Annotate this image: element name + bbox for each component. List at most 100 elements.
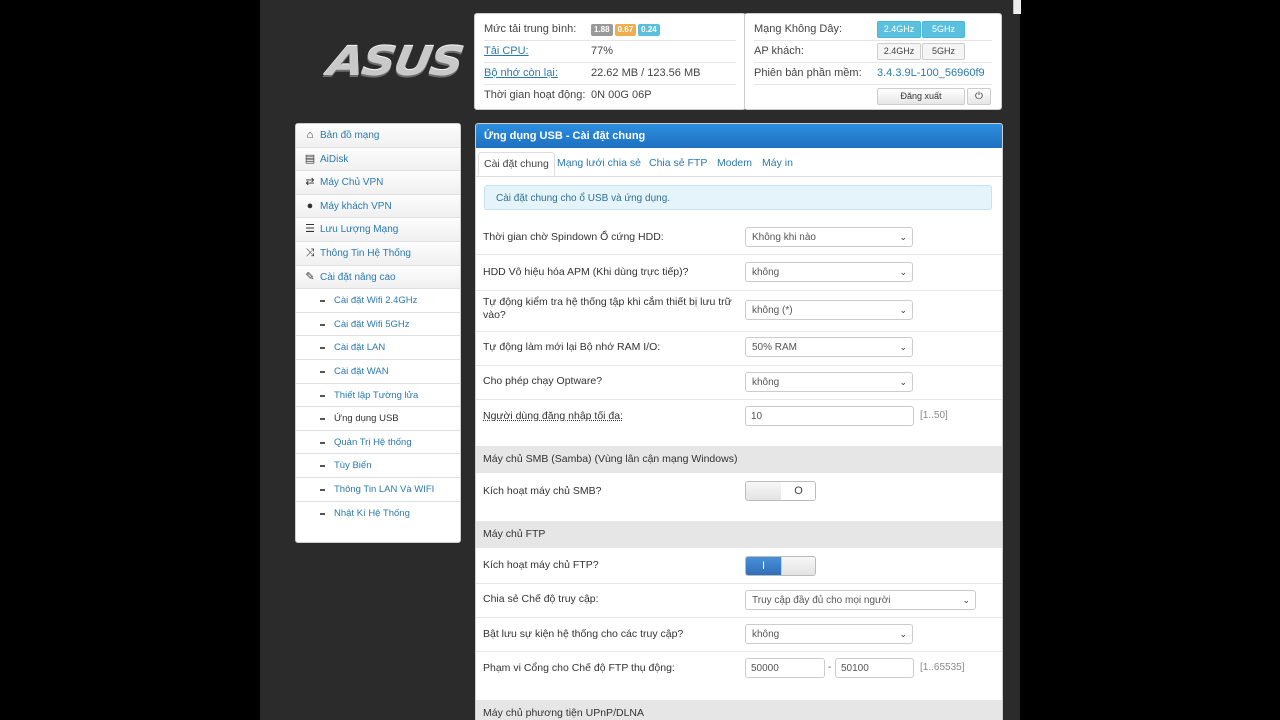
sidebar-item-label: Bản đồ mạng <box>320 130 380 141</box>
max-users-hint: [1..50] <box>920 410 948 421</box>
optware-select[interactable]: không ⌄ <box>745 372 913 392</box>
sidebar-subitem-wifi-24[interactable]: Cài đặt Wifi 2.4GHz <box>296 289 460 313</box>
sidebar-item-label: Cài đặt nâng cao <box>320 271 396 283</box>
sidebar-subitem-label: Quản Trị Hệ thống <box>334 436 412 448</box>
max-users-row: Người dùng đăng nhập tối đa: 10 [1..50] <box>476 399 1002 446</box>
sidebar-subitem-label: Thông Tin LAN Và WIFI <box>334 483 435 495</box>
window-edge <box>1013 0 1021 14</box>
ftp-enable-label: Kích hoạt máy chủ FTP? <box>483 559 599 571</box>
toggle-on-icon: I <box>746 557 781 575</box>
wireless-5ghz-button[interactable]: 5GHz <box>922 21 965 38</box>
sidebar-item-vpn-server[interactable]: ⇄ Máy Chủ VPN <box>296 171 460 195</box>
fscheck-select[interactable]: không (*) ⌄ <box>745 300 913 320</box>
uptime-value: 0N 00G 06P <box>591 89 652 101</box>
smb-toggle[interactable]: O <box>745 481 816 501</box>
wireless-24ghz-button[interactable]: 2.4GHz <box>877 21 921 38</box>
sidebar-menu: ⌂ Bản đồ mạng ▤ AiDisk ⇄ Máy Chủ VPN ● M… <box>295 123 461 543</box>
sidebar-subitem-label: Cài đặt WAN <box>334 365 389 377</box>
memory-free-link[interactable]: Bộ nhớ còn lại: <box>484 67 558 79</box>
chevron-down-icon: ⌄ <box>899 232 907 242</box>
ftp-log-label: Bật lưu sự kiện hệ thống cho các truy cậ… <box>483 628 684 640</box>
sidebar-item-network-map[interactable]: ⌂ Bản đồ mạng <box>296 124 460 148</box>
logout-row: Đăng xuất ⏻ <box>754 85 992 106</box>
sidebar-item-vpn-client[interactable]: ● Máy khách VPN <box>296 194 460 219</box>
dash-icon <box>320 347 325 350</box>
tab-ftp-share[interactable]: Chia sẻ FTP <box>644 152 712 176</box>
power-button[interactable]: ⏻ <box>967 88 991 105</box>
ram-label: Tự động làm mới lại Bộ nhớ RAM I/O: <box>483 341 661 353</box>
firmware-version-link[interactable]: 3.4.3.9L-100_56960f9 <box>877 67 985 79</box>
sidebar-item-advanced[interactable]: ✎ Cài đặt nâng cao <box>296 265 460 290</box>
firmware-row: Phiên bản phần mềm: 3.4.3.9L-100_56960f9 <box>754 63 992 85</box>
ftp-access-select[interactable]: Truy cập đầy đủ cho mọi người ⌄ <box>745 590 976 610</box>
sidebar-item-aidisk[interactable]: ▤ AiDisk <box>296 147 460 172</box>
ftp-access-label: Chia sẻ Chế độ truy cập: <box>483 593 599 605</box>
max-users-input[interactable]: 10 <box>745 406 914 426</box>
ftp-passive-from-input[interactable]: 50000 <box>745 658 825 678</box>
wireless-label: Mạng Không Dây: <box>754 23 843 35</box>
sidebar-subitem-customization[interactable]: Tùy Biến <box>296 454 460 478</box>
smb-enable-label: Kích hoạt máy chủ SMB? <box>483 485 602 497</box>
sidebar-subitem-lan-wifi-info[interactable]: Thông Tin LAN Và WIFI <box>296 477 460 502</box>
system-status-panel: Mức tải trung bình: 1.88 0.67 0.24 Tải CPU… <box>474 13 746 110</box>
chevron-down-icon: ⌄ <box>899 377 907 387</box>
page-title: Ứng dụng USB - Cài đặt chung <box>476 124 1002 148</box>
load-average-values: 1.88 0.67 0.24 <box>591 23 662 36</box>
load-badge-15: 0.24 <box>638 24 660 36</box>
ftp-toggle[interactable]: I <box>745 556 816 576</box>
sidebar-subitem-wan[interactable]: Cài đặt WAN <box>296 359 460 384</box>
load-average-label: Mức tải trung bình: <box>484 23 577 35</box>
list-icon: ☰ <box>305 223 315 236</box>
asus-logo: ASUS <box>324 39 466 85</box>
apm-select[interactable]: không ⌄ <box>745 262 913 282</box>
apm-row: HDD Vô hiệu hóa APM (Khi dùng trực tiếp)… <box>476 254 1002 291</box>
sidebar-subitem-lan[interactable]: Cài đặt LAN <box>296 336 460 360</box>
sidebar-item-label: AiDisk <box>320 153 349 165</box>
main-panel: Ứng dụng USB - Cài đặt chung Cài đặt chu… <box>475 123 1003 720</box>
ftp-passive-row: Phạm vi Cổng cho Chế độ FTP thụ động: 50… <box>476 651 1002 700</box>
sidebar-subitem-label: Nhật Kí Hệ Thống <box>334 507 410 519</box>
max-users-label: Người dùng đăng nhập tối đa: <box>483 410 624 422</box>
sidebar-subitem-system-log[interactable]: Nhật Kí Hệ Thống <box>296 501 460 526</box>
guest-ap-label: AP khách: <box>754 45 804 57</box>
cpu-load-link[interactable]: Tải CPU: <box>484 45 529 57</box>
sidebar-item-system-info[interactable]: ⤨ Thông Tin Hệ Thống <box>296 241 460 266</box>
smb-section-header: Máy chủ SMB (Samba) (Vùng lân cận mạng W… <box>476 446 1002 473</box>
tab-network-share[interactable]: Mạng lưới chia sẻ <box>552 152 646 176</box>
sidebar-item-label: Thông Tin Hệ Thống <box>320 247 411 259</box>
sidebar-subitem-administration[interactable]: Quản Trị Hệ thống <box>296 430 460 455</box>
memory-free-value: 22.62 MB / 123.56 MB <box>591 67 701 79</box>
sidebar-subitem-wifi-5[interactable]: Cài đặt Wifi 5GHz <box>296 312 460 337</box>
sidebar-subitem-label: Tùy Biến <box>334 460 372 472</box>
guest-24ghz-button[interactable]: 2.4GHz <box>877 43 921 60</box>
ftp-log-select[interactable]: không ⌄ <box>745 624 913 644</box>
tab-general[interactable]: Cài đặt chung <box>478 152 555 176</box>
apm-label: HDD Vô hiệu hóa APM (Khi dùng trực tiếp)… <box>483 266 689 278</box>
ram-select[interactable]: 50% RAM ⌄ <box>745 337 913 357</box>
guest-5ghz-button[interactable]: 5GHz <box>922 43 965 60</box>
logout-button[interactable]: Đăng xuất <box>877 88 965 105</box>
dash-icon <box>320 465 325 468</box>
spindown-select[interactable]: Không khi nào ⌄ <box>745 227 913 247</box>
upnp-section-header: Máy chủ phương tiện UPnP/DLNA <box>476 700 1002 720</box>
spindown-row: Thời gian chờ Spindown Ổ cứng HDD: Không… <box>476 220 1002 255</box>
sidebar-item-traffic[interactable]: ☰ Lưu Lượng Mạng <box>296 218 460 242</box>
dash-icon <box>320 488 325 491</box>
sidebar-subitem-label: Cài đặt Wifi 5GHz <box>334 318 410 330</box>
cpu-row: Tải CPU: 77% <box>484 41 736 63</box>
dash-icon <box>320 441 325 444</box>
sidebar-subitem-usb-apps[interactable]: Ứng dụng USB <box>296 407 460 431</box>
guest-ap-row: AP khách: 2.4GHz 5GHz <box>754 41 992 63</box>
ftp-access-row: Chia sẻ Chế độ truy cập: Truy cập đầy đủ… <box>476 583 1002 618</box>
ftp-passive-to-input[interactable]: 50100 <box>835 658 914 678</box>
tab-printer[interactable]: Máy in <box>757 152 798 176</box>
load-average-row: Mức tải trung bình: 1.88 0.67 0.24 <box>484 19 736 41</box>
dash-icon <box>320 323 325 326</box>
tab-modem[interactable]: Modem <box>712 152 757 176</box>
sidebar-subitem-firewall[interactable]: Thiết lập Tường lửa <box>296 383 460 408</box>
dash-icon <box>320 418 325 421</box>
wrench-icon: ✎ <box>305 270 315 283</box>
sidebar-item-label: Lưu Lượng Mạng <box>320 224 399 236</box>
ftp-passive-label: Phạm vi Cổng cho Chế độ FTP thụ động: <box>483 662 675 674</box>
wireless-row: Mạng Không Dây: 2.4GHz 5GHz <box>754 19 992 41</box>
